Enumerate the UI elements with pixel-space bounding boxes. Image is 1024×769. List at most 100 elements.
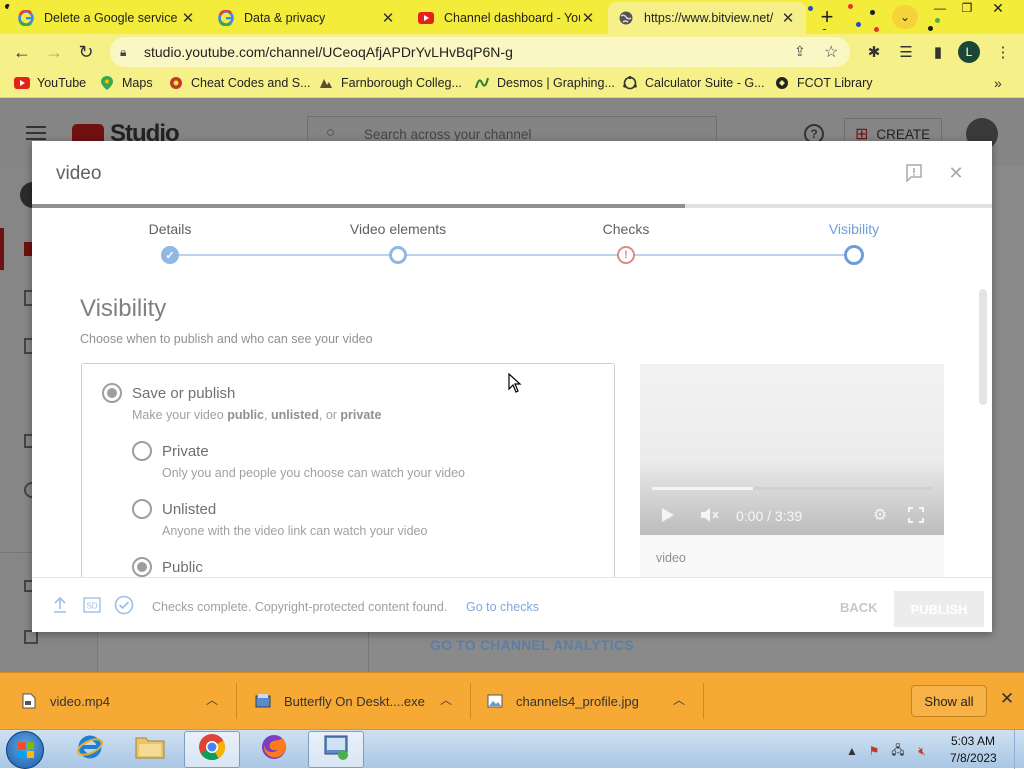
library-icon	[774, 76, 790, 90]
window-close-icon[interactable]: ✕	[986, 0, 1010, 18]
tab-channel-dashboard[interactable]: Channel dashboard - You ✕	[408, 2, 606, 34]
upload-icon	[50, 595, 70, 615]
save-or-publish-label: Save or publish	[132, 385, 236, 402]
unlisted-radio[interactable]	[132, 499, 152, 519]
feedback-icon[interactable]	[24, 630, 38, 644]
calculator-icon	[622, 76, 638, 90]
svg-text:SD: SD	[86, 602, 97, 611]
chevron-up-icon[interactable]: ︿	[673, 691, 685, 708]
go-to-channel-analytics-link[interactable]: GO TO CHANNEL ANALYTICS	[430, 637, 634, 653]
clock-date[interactable]: 7/8/2023	[950, 751, 997, 765]
show-all-downloads-button[interactable]: Show all	[911, 685, 987, 717]
tab-bitview[interactable]: https://www.bitview.net/ ✕	[608, 2, 806, 34]
step-checks-label[interactable]: Checks	[566, 221, 686, 237]
checks-status-text: Checks complete. Copyright-protected con…	[152, 600, 448, 614]
private-radio[interactable]	[132, 441, 152, 461]
bookmark-farnborough-college[interactable]: Farnborough Colleg...	[318, 76, 462, 90]
save-or-publish-radio[interactable]	[102, 383, 122, 403]
tab-delete-google-service[interactable]: Delete a Google service ✕	[8, 2, 206, 34]
bookmark-maps[interactable]: Maps	[99, 76, 153, 90]
tab-title: https://www.bitview.net/	[644, 11, 774, 25]
unlisted-desc: Anyone with the video link can watch you…	[162, 524, 428, 538]
chevron-down-icon: ⌄	[899, 10, 911, 24]
close-downloads-icon[interactable]: ✕	[996, 688, 1018, 710]
sd-quality-icon: SD	[82, 595, 102, 615]
extensions-puzzle-icon[interactable]: ✱	[864, 42, 884, 62]
show-hidden-icons-arrow[interactable]: ▲	[844, 743, 860, 759]
report-feedback-icon[interactable]	[902, 161, 926, 185]
tab-data-privacy[interactable]: Data & privacy ✕	[208, 2, 406, 34]
video-preview-player[interactable]: 0:00 / 3:39 ⚙	[640, 364, 944, 535]
go-to-checks-link[interactable]: Go to checks	[466, 600, 539, 614]
back-arrow-icon[interactable]: ←	[10, 40, 34, 64]
bookmark-star-icon[interactable]: ☆	[824, 42, 838, 62]
minimize-icon[interactable]: —	[930, 1, 950, 17]
bookmark-label: Calculator Suite - G...	[645, 76, 765, 90]
exe-file-icon	[254, 692, 272, 710]
step-pending-dot[interactable]	[389, 246, 407, 264]
volume-muted-tray-icon[interactable]: 🔇︎	[914, 743, 930, 759]
tab-title: Channel dashboard - You	[444, 11, 580, 25]
play-icon[interactable]	[656, 503, 680, 527]
back-button[interactable]: BACK	[840, 600, 878, 615]
tab-search-button[interactable]: ⌄	[892, 5, 918, 29]
tab-close-icon[interactable]: ✕	[780, 9, 796, 27]
step-video-elements-label[interactable]: Video elements	[338, 221, 458, 237]
start-button[interactable]	[6, 731, 44, 769]
browser-menu-icon[interactable]: ⋮	[993, 42, 1013, 62]
show-desktop-button[interactable]	[1014, 730, 1024, 769]
tab-close-icon[interactable]: ✕	[580, 9, 596, 27]
tab-close-icon[interactable]: ✕	[380, 9, 396, 27]
more-bookmarks-icon[interactable]: »	[994, 75, 1002, 91]
hamburger-menu-icon[interactable]	[26, 126, 46, 140]
warning-icon[interactable]: !	[617, 246, 635, 264]
taskbar-chrome[interactable]	[184, 731, 240, 768]
youtube-icon	[418, 10, 434, 26]
bookmark-fcot-library[interactable]: FCOT Library	[774, 76, 872, 90]
chevron-up-icon[interactable]: ︿	[206, 691, 218, 708]
bookmark-desmos[interactable]: Desmos | Graphing...	[474, 76, 615, 90]
side-panel-icon[interactable]: ▮	[928, 42, 948, 62]
public-radio[interactable]	[132, 557, 152, 577]
dialog-scrollbar[interactable]	[979, 289, 987, 405]
taskbar-internet-explorer[interactable]	[62, 731, 118, 768]
chevron-up-icon[interactable]: ︿	[440, 691, 452, 708]
share-icon[interactable]: ⇪	[794, 43, 806, 60]
reload-icon[interactable]: ↻	[74, 40, 98, 64]
forward-arrow-icon[interactable]: →	[42, 40, 66, 64]
bookmark-cheat-codes[interactable]: Cheat Codes and S...	[168, 76, 311, 90]
taskbar-firefox[interactable]	[246, 731, 302, 768]
media-control-icon[interactable]: ☰	[896, 42, 916, 62]
new-tab-button[interactable]: +	[815, 4, 839, 29]
address-bar[interactable]: 🔒︎ studio.youtube.com/channel/UCeoqAfjAP…	[110, 37, 850, 67]
settings-gear-icon[interactable]: ⚙	[868, 503, 892, 527]
close-icon[interactable]: ✕	[944, 161, 968, 185]
profile-avatar[interactable]: L	[958, 41, 980, 63]
bookmark-calculator-suite[interactable]: Calculator Suite - G...	[622, 76, 765, 90]
video-scrubber[interactable]	[652, 487, 932, 490]
fullscreen-icon[interactable]	[904, 503, 928, 527]
download-item-profile-image[interactable]: channels4_profile.jpg	[486, 689, 639, 713]
chrome-icon	[198, 733, 226, 766]
taskbar-file-explorer[interactable]	[122, 731, 178, 768]
network-icon[interactable]: 🖧︎	[890, 743, 906, 759]
step-current-dot[interactable]	[844, 245, 864, 265]
visibility-subtitle: Choose when to publish and who can see y…	[80, 332, 373, 346]
publish-button[interactable]: PUBLISH	[894, 591, 984, 627]
action-center-flag-icon[interactable]: ⚑	[866, 743, 882, 759]
bookmark-label: Maps	[122, 76, 153, 90]
bookmark-label: FCOT Library	[797, 76, 873, 90]
taskbar-app-window[interactable]	[308, 731, 364, 768]
bookmark-youtube[interactable]: YouTube	[14, 76, 86, 90]
tab-title: Data & privacy	[244, 11, 326, 25]
volume-muted-icon[interactable]	[698, 503, 722, 527]
tab-close-icon[interactable]: ✕	[180, 9, 196, 27]
internet-explorer-icon	[76, 733, 104, 766]
check-circle-icon[interactable]: ✓	[161, 246, 179, 264]
download-item-video[interactable]: video.mp4	[20, 689, 110, 713]
download-item-butterfly[interactable]: Butterfly On Deskt....exe	[254, 689, 425, 713]
clock-time[interactable]: 5:03 AM	[951, 734, 995, 748]
step-details-label[interactable]: Details	[110, 221, 230, 237]
restore-icon[interactable]: ❐	[957, 1, 977, 17]
step-visibility-label[interactable]: Visibility	[794, 221, 914, 237]
